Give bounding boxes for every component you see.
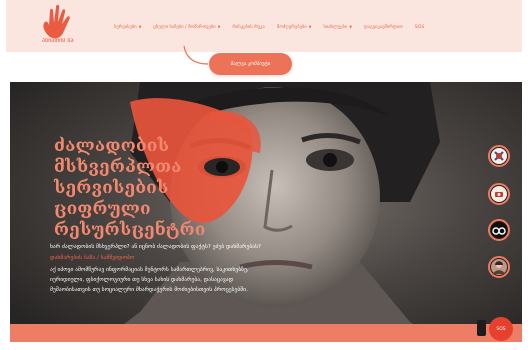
hero-title-line: სერვისების ციფრული xyxy=(54,178,169,219)
binoculars-icon[interactable] xyxy=(488,219,510,241)
emergency-police-icon[interactable] xyxy=(488,145,510,167)
nav-label: მოძღვრებები xyxy=(276,24,307,30)
sos-tab[interactable] xyxy=(477,320,486,336)
nav-label: დაგვიკავშირდით xyxy=(364,24,403,30)
main-nav: სერვისები ▼ ცხელი ხაზები / მომართვები ▼ რი… xyxy=(114,21,436,33)
nav-item-news[interactable]: სიახლეები ▼ xyxy=(323,25,352,30)
portrait-icon[interactable] xyxy=(488,256,510,278)
hero-question: ხარ ძალადობის მსხვერპლი? ან იცნობ ძალადო… xyxy=(50,244,261,250)
hide-page-button[interactable]: მალვა კომპიუტი xyxy=(209,53,292,75)
decorative-curve xyxy=(183,45,209,65)
hero-title: ძალადობის მსხვერპლთა სერვისების ციფრული … xyxy=(54,136,264,241)
nav-label: ცხელი ხაზები / მომართვები xyxy=(153,24,216,30)
nav-label: SOS xyxy=(414,24,425,30)
logo-text: ასიათის ბაია xyxy=(42,38,74,44)
help-database-link[interactable]: დახმარების ბაზა / სამშვიდობო xyxy=(50,255,134,261)
chevron-down-icon: ▼ xyxy=(217,25,221,29)
nav-label: რისკების რუკა xyxy=(232,24,265,30)
hero-description-line: აქ იპოვი ამომწურავ ინფორმაციას მენტორს ს… xyxy=(50,267,249,273)
nav-label: სერვისები xyxy=(114,24,137,30)
radio-icon[interactable] xyxy=(488,183,510,205)
chevron-down-icon: ▼ xyxy=(349,25,353,29)
sos-button[interactable]: SOS xyxy=(489,317,513,341)
hero-banner: ძალადობის მსხვერპლთა სერვისების ციფრული … xyxy=(10,82,522,342)
nav-item-risk-map[interactable]: რისკების რუკა xyxy=(232,25,264,30)
chevron-down-icon: ▼ xyxy=(308,25,312,29)
nav-item-contact[interactable]: დაგვიკავშირდით xyxy=(364,25,403,30)
hero-description: აქ იპოვი ამომწურავ ინფორმაციას მენტორს ს… xyxy=(50,265,300,295)
nav-item-guides[interactable]: მოძღვრებები ▼ xyxy=(277,25,312,30)
hero-title-line: რესურსცენტრი xyxy=(54,220,206,240)
hero-description-line: მუშაობისათვის თუ სოციალური მხარდაჭერის მ… xyxy=(50,287,248,293)
chevron-down-icon: ▼ xyxy=(138,25,142,29)
hero-title-line: ძალადობის მსხვერპლთა xyxy=(54,136,182,177)
hero-description-line: იურიდიული, ფსიქოლოგიური თუ სხვა სახის და… xyxy=(50,277,234,283)
nav-item-services[interactable]: სერვისები ▼ xyxy=(114,25,141,30)
nav-label: სიახლეები xyxy=(323,24,348,30)
hero-bottom-band xyxy=(10,324,522,342)
site-header: ასიათის ბაია სერვისები▼ ცხელი ხაზები / მ… xyxy=(6,0,522,52)
nav-item-sos[interactable]: SOS xyxy=(415,25,424,30)
nav-item-hotlines[interactable]: ცხელი ხაზები / მომართვები ▼ xyxy=(153,25,220,30)
